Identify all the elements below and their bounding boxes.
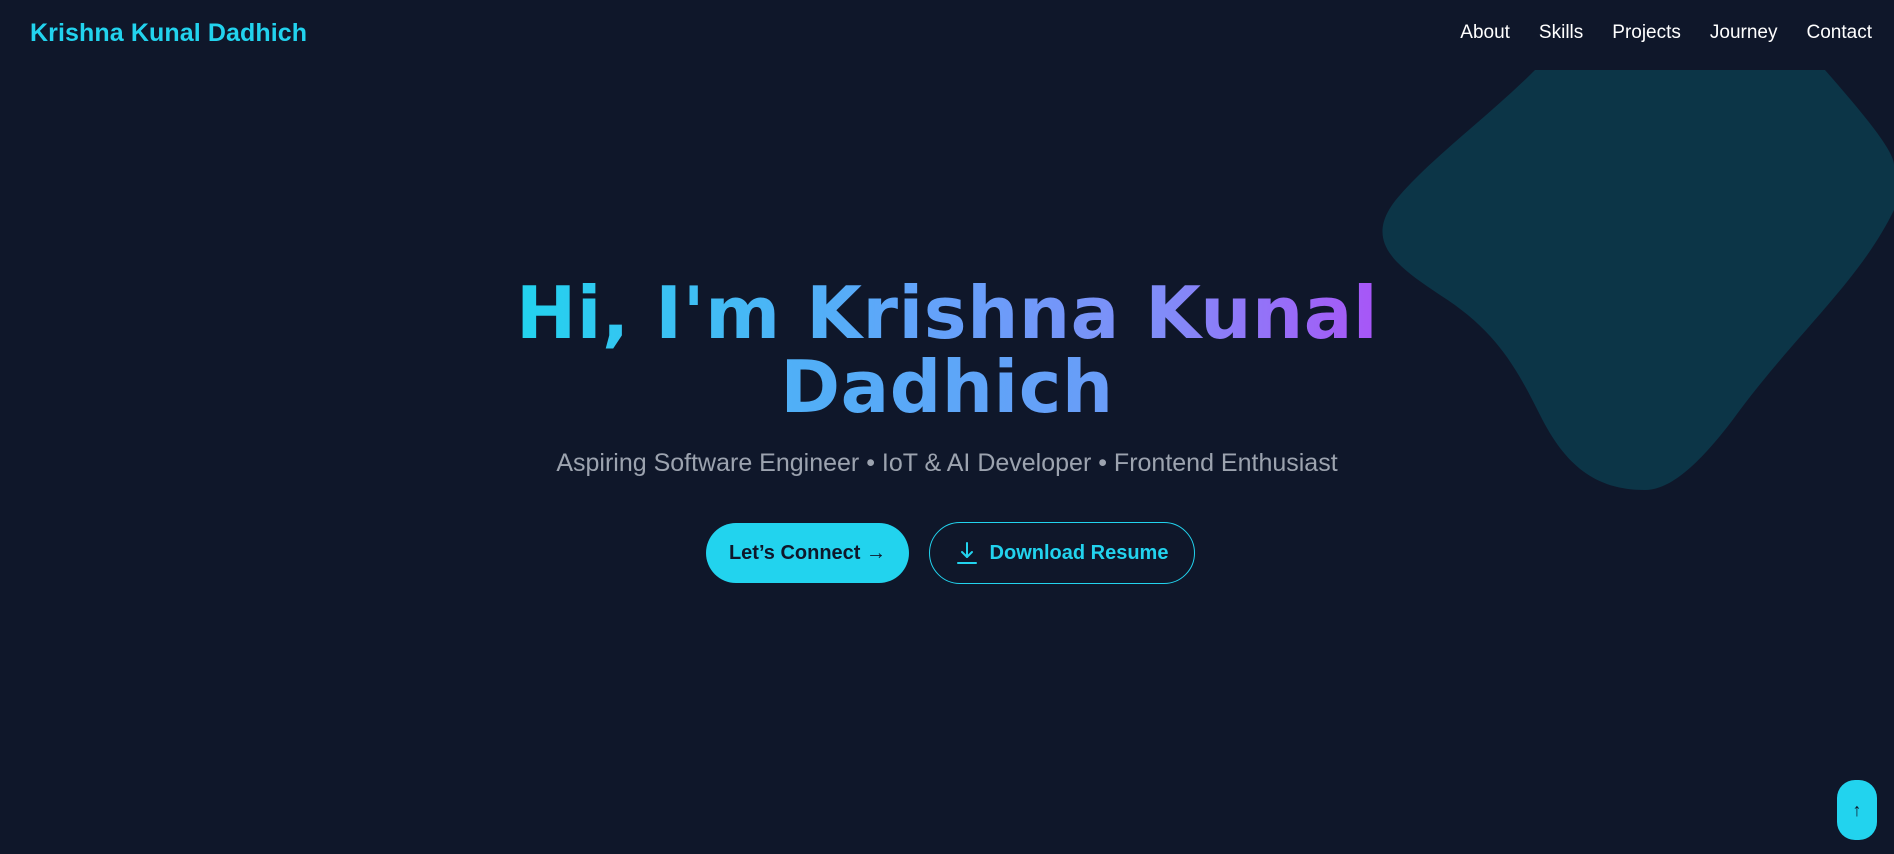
nav-link-journey[interactable]: Journey	[1710, 22, 1778, 44]
download-resume-label: Download Resume	[989, 541, 1169, 564]
hero-section: Hi, I'm Krishna Kunal Dadhich Aspiring S…	[0, 0, 1894, 854]
connect-button[interactable]: Let’s Connect →	[706, 523, 909, 583]
nav-link-skills[interactable]: Skills	[1539, 22, 1583, 44]
hero-title-line-1: Hi, I'm Krishna Kunal	[515, 271, 1379, 355]
hero-title: Hi, I'm Krishna Kunal Dadhich	[447, 276, 1447, 424]
arrow-up-icon: ↑	[1852, 799, 1862, 820]
hero-title-line-2: Dadhich	[780, 345, 1114, 429]
main-nav: About Skills Projects Journey Contact	[1431, 22, 1872, 44]
nav-link-contact[interactable]: Contact	[1807, 22, 1872, 44]
download-icon	[956, 541, 978, 565]
download-resume-button[interactable]: Download Resume	[929, 522, 1195, 584]
hero-subtitle: Aspiring Software Engineer • IoT & AI De…	[556, 449, 1338, 477]
nav-link-about[interactable]: About	[1460, 22, 1510, 44]
connect-button-label: Let’s Connect →	[728, 541, 887, 564]
scroll-to-top-button[interactable]: ↑	[1837, 780, 1877, 840]
nav-link-projects[interactable]: Projects	[1612, 22, 1681, 44]
page: Krishna Kunal Dadhich About Skills Proje…	[0, 0, 1894, 854]
brand-logo[interactable]: Krishna Kunal Dadhich	[30, 19, 307, 48]
site-header: Krishna Kunal Dadhich About Skills Proje…	[0, 0, 1894, 70]
